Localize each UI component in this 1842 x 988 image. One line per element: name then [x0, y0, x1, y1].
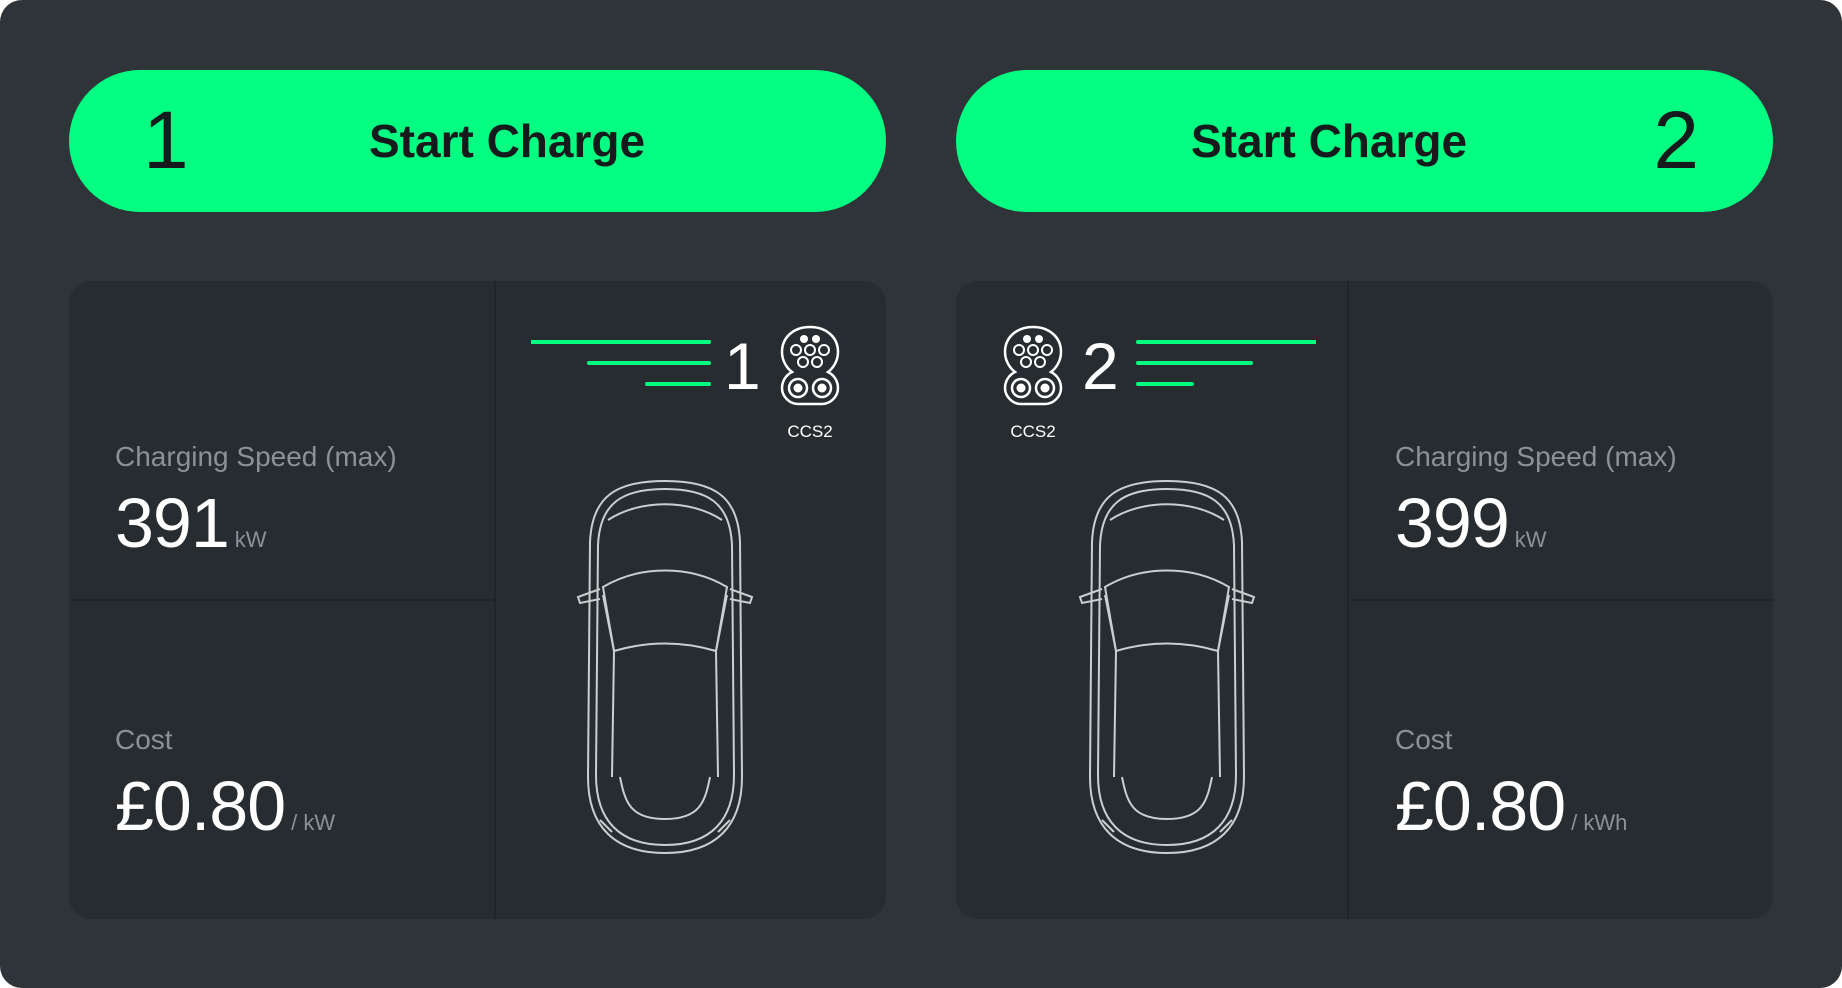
- speed-lines-icon: [1136, 340, 1316, 386]
- charging-speed-value: 391: [115, 484, 230, 562]
- cost-value-row: £0.80/ kWh: [1395, 771, 1627, 841]
- speed-lines-icon: [531, 340, 711, 386]
- charging-speed-section: Charging Speed (max) 399 kW: [1349, 281, 1773, 601]
- ccs2-connector-icon: [1003, 325, 1063, 406]
- cost-section: Cost £0.80/ kWh: [1349, 601, 1773, 919]
- car-top-view-icon: [1078, 479, 1256, 855]
- charging-speed-label: Charging Speed (max): [1395, 441, 1677, 472]
- cost-label: Cost: [1395, 724, 1453, 755]
- cost-value: £0.80: [115, 767, 286, 845]
- start-charge-label: Start Charge: [1191, 115, 1468, 167]
- start-charge-button-2[interactable]: Start Charge 2: [956, 70, 1773, 212]
- charger-panel-2: CCS2 2 Charging Speed (max) 399 kW Cost …: [956, 281, 1773, 919]
- charger-number: 2: [1653, 95, 1699, 186]
- charging-speed-label: Charging Speed (max): [115, 441, 397, 472]
- charger-stats: Charging Speed (max) 399 kW Cost £0.80/ k…: [1347, 281, 1773, 919]
- charging-speed-value-row: 399 kW: [1395, 488, 1547, 558]
- cost-value: £0.80: [1395, 767, 1566, 845]
- charging-speed-section: Charging Speed (max) 391 kW: [69, 281, 494, 601]
- charging-speed-value: 399: [1395, 484, 1510, 562]
- charging-speed-unit: kW: [1514, 527, 1547, 552]
- charger-panel-1: Charging Speed (max) 391 kW Cost £0.80/ k…: [69, 281, 886, 919]
- start-charge-button-1[interactable]: 1 Start Charge: [69, 70, 886, 212]
- charger-visual: CCS2 2: [956, 281, 1346, 919]
- connector-label: CCS2: [787, 422, 833, 441]
- charger-number: 1: [143, 95, 189, 186]
- charger-screen: 1 Start Charge Start Charge 2 Charging S…: [0, 0, 1842, 988]
- charger-visual: 1 CCS2: [496, 281, 886, 919]
- cost-unit: / kWh: [1571, 810, 1628, 835]
- cost-value-row: £0.80/ kW: [115, 771, 335, 841]
- charger-stats: Charging Speed (max) 391 kW Cost £0.80/ k…: [69, 281, 496, 919]
- cost-label: Cost: [115, 724, 173, 755]
- connector-label: CCS2: [1010, 422, 1056, 441]
- port-number: 1: [724, 329, 761, 403]
- port-number: 2: [1082, 329, 1119, 403]
- cost-unit: / kW: [291, 810, 336, 835]
- charging-speed-unit: kW: [234, 527, 267, 552]
- charging-speed-value-row: 391 kW: [115, 488, 267, 558]
- cost-section: Cost £0.80/ kW: [69, 601, 494, 919]
- ccs2-connector-icon: [780, 325, 840, 406]
- car-top-view-icon: [576, 479, 754, 855]
- start-charge-label: Start Charge: [369, 115, 646, 167]
